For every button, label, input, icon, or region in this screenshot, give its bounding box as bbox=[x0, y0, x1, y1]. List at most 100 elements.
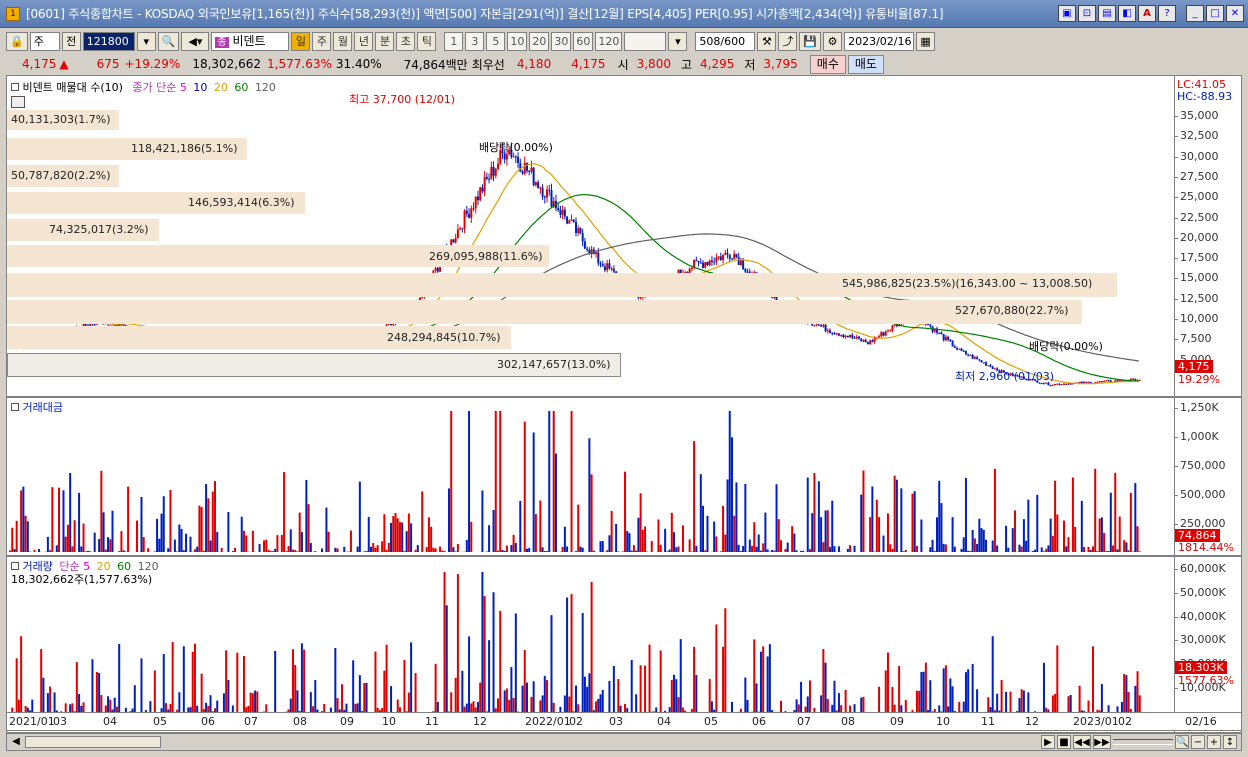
x-axis-label: 02 bbox=[569, 715, 583, 728]
a-icon[interactable]: A bbox=[1138, 5, 1156, 22]
candle-body bbox=[1056, 383, 1059, 385]
chart-canvas[interactable] bbox=[7, 76, 1241, 732]
tile-icon[interactable]: ◧ bbox=[1118, 5, 1136, 22]
save-icon[interactable]: 💾 bbox=[799, 31, 822, 51]
prev-button[interactable]: 전 bbox=[61, 31, 81, 51]
scroll-left-icon[interactable]: ◀ bbox=[9, 735, 23, 749]
help-icon[interactable]: ? bbox=[1158, 5, 1176, 22]
table-icon[interactable] bbox=[11, 96, 25, 108]
stop-icon[interactable]: ■ bbox=[1057, 735, 1071, 749]
chart-tool-icon[interactable]: ⤴ bbox=[778, 31, 798, 51]
volume-bar bbox=[991, 636, 994, 713]
amount-bar bbox=[307, 504, 310, 552]
amount-bar bbox=[795, 550, 798, 552]
maximize-icon[interactable]: □ bbox=[1206, 5, 1224, 22]
close-icon[interactable]: ✕ bbox=[1226, 5, 1244, 22]
interval-10[interactable]: 10 bbox=[507, 31, 528, 51]
volume-bar bbox=[249, 692, 252, 713]
period-year[interactable]: 년 bbox=[354, 31, 374, 51]
count-input[interactable]: 508/600 bbox=[695, 31, 756, 51]
volume-bar bbox=[806, 696, 809, 713]
settings-icon[interactable]: ⚙ bbox=[823, 31, 843, 51]
amount-bar bbox=[748, 539, 751, 552]
period-day[interactable]: 일 bbox=[291, 31, 311, 51]
period-week[interactable]: 주 bbox=[312, 31, 332, 51]
volume-bar bbox=[492, 592, 495, 713]
copy-icon[interactable]: ▤ bbox=[1098, 5, 1116, 22]
x-axis-label: 11 bbox=[425, 715, 439, 728]
candle-body bbox=[463, 210, 466, 229]
candle-body bbox=[541, 187, 544, 197]
date-input[interactable]: 2023/02/16 bbox=[844, 31, 915, 51]
interval-5[interactable]: 5 bbox=[486, 31, 506, 51]
amount-bar bbox=[900, 488, 903, 552]
volume-y-tick-label: 30,000K bbox=[1180, 633, 1226, 647]
lock-icon[interactable]: 🔒 bbox=[6, 31, 28, 51]
period-month[interactable]: 월 bbox=[333, 31, 353, 51]
scroll-thumb[interactable] bbox=[25, 736, 161, 748]
interval-120[interactable]: 120 bbox=[595, 31, 623, 51]
interval-3[interactable]: 3 bbox=[465, 31, 485, 51]
expand-icon[interactable]: ↕ bbox=[1223, 735, 1237, 749]
speed-slider[interactable] bbox=[1113, 739, 1173, 745]
fast-forward-icon[interactable]: ▶▶ bbox=[1093, 735, 1111, 749]
minimize-icon[interactable]: _ bbox=[1186, 5, 1204, 22]
plus-icon[interactable]: + bbox=[1207, 735, 1221, 749]
period-minute[interactable]: 분 bbox=[375, 31, 395, 51]
amount-bar bbox=[996, 545, 999, 552]
candle-body bbox=[860, 338, 863, 342]
interval-1[interactable]: 1 bbox=[444, 31, 464, 51]
volume-bar bbox=[31, 699, 34, 713]
calendar-icon[interactable]: ▦ bbox=[916, 31, 936, 51]
volume-bar bbox=[95, 671, 98, 713]
candle-body bbox=[1049, 385, 1052, 387]
amount-bar bbox=[563, 526, 566, 552]
candle-body bbox=[985, 362, 988, 366]
volume-bar bbox=[53, 692, 56, 713]
restore-icon[interactable]: ⊡ bbox=[1078, 5, 1096, 22]
period-second[interactable]: 초 bbox=[396, 31, 416, 51]
price-y-tick-label: 7,500 bbox=[1180, 332, 1212, 346]
search-icon[interactable]: 🔍 bbox=[157, 31, 180, 51]
volume-bar bbox=[481, 572, 484, 713]
x-axis-end-label: 02/16 bbox=[1185, 715, 1217, 728]
period-tick[interactable]: 틱 bbox=[417, 31, 437, 51]
volume-bar bbox=[583, 676, 586, 713]
candle-body bbox=[1051, 384, 1054, 386]
x-axis-label: 10 bbox=[382, 715, 396, 728]
interval-dropdown-icon[interactable]: ▾ bbox=[668, 31, 688, 51]
candle-body bbox=[697, 261, 700, 263]
minus-icon[interactable]: − bbox=[1191, 735, 1205, 749]
volume-bar bbox=[891, 686, 894, 713]
stock-name-field[interactable]: 종 비덴트 bbox=[211, 31, 290, 51]
zoom-out-icon[interactable]: 🔍 bbox=[1175, 735, 1189, 749]
interval-30[interactable]: 30 bbox=[551, 31, 572, 51]
volume-bar bbox=[17, 699, 20, 713]
candle-body bbox=[1098, 381, 1101, 383]
candle-body bbox=[481, 187, 484, 192]
amount-bar bbox=[1100, 517, 1103, 552]
interval-custom-input[interactable] bbox=[624, 31, 667, 51]
window-icon[interactable]: ▣ bbox=[1058, 5, 1076, 22]
interval-60[interactable]: 60 bbox=[573, 31, 594, 51]
chart-scrollbar[interactable]: ◀ ▶ ■ ◀◀ ▶▶ 🔍 − + ↕ bbox=[6, 733, 1242, 751]
speaker-icon[interactable]: ◀▾ bbox=[181, 31, 210, 51]
wrench-icon[interactable]: ⚒ bbox=[757, 31, 777, 51]
chart-area[interactable]: 비덴트 매물대 수(10) 종가 단순 5 10 20 60 120 LC:41… bbox=[6, 75, 1242, 733]
amount-bar bbox=[1112, 545, 1115, 552]
market-select[interactable]: 주 bbox=[29, 31, 60, 51]
stock-code-input[interactable]: 121800 bbox=[82, 31, 135, 51]
candle-body bbox=[853, 337, 856, 339]
amount-bar bbox=[931, 539, 934, 552]
rewind-icon[interactable]: ◀◀ bbox=[1073, 735, 1091, 749]
sell-button[interactable]: 매도 bbox=[847, 54, 884, 74]
amount-bar bbox=[398, 522, 401, 552]
pane-separator-1 bbox=[7, 396, 1241, 398]
candle-body bbox=[710, 260, 713, 262]
volume-bar bbox=[1042, 662, 1045, 713]
dropdown-icon[interactable]: ▾ bbox=[136, 31, 156, 51]
volume-bar bbox=[133, 685, 136, 713]
play-icon[interactable]: ▶ bbox=[1041, 735, 1055, 749]
interval-20[interactable]: 20 bbox=[529, 31, 550, 51]
buy-button[interactable]: 매수 bbox=[809, 54, 846, 74]
